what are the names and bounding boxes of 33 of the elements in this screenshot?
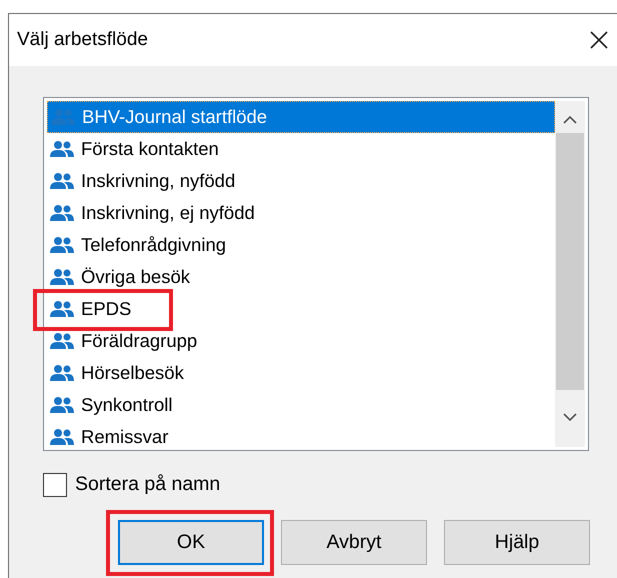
list-item[interactable]: Övriga besök xyxy=(47,261,555,293)
checkbox-label: Sortera på namn xyxy=(75,472,220,497)
people-icon xyxy=(49,332,75,350)
scrollbar-thumb[interactable] xyxy=(556,133,584,390)
list-item[interactable]: Inskrivning, nyfödd xyxy=(47,165,555,197)
scrollbar[interactable] xyxy=(555,101,585,447)
list-item[interactable]: Telefonrådgivning xyxy=(47,229,555,261)
scroll-up-icon[interactable] xyxy=(563,115,577,125)
dialog-button[interactable]: OK xyxy=(118,520,264,566)
people-icon xyxy=(49,236,75,254)
list-item[interactable]: Föräldragrupp xyxy=(47,325,555,357)
list-item[interactable]: Första kontakten xyxy=(47,133,555,165)
people-icon xyxy=(49,172,75,190)
people-icon xyxy=(49,364,75,382)
list-item[interactable]: Inskrivning, ej nyfödd xyxy=(47,197,555,229)
people-icon xyxy=(49,428,75,446)
list-item[interactable]: Remissvar xyxy=(47,421,555,453)
list-item[interactable]: EPDS xyxy=(47,293,555,325)
dialog-button[interactable]: Avbryt xyxy=(281,520,427,566)
people-icon xyxy=(50,108,76,126)
people-icon xyxy=(49,204,75,222)
list-item[interactable]: BHV-Journal startflöde xyxy=(47,101,555,133)
scroll-down-icon[interactable] xyxy=(563,412,577,422)
people-icon xyxy=(49,268,75,286)
sort-checkbox[interactable] xyxy=(43,472,67,497)
list-item[interactable]: Hörselbesök xyxy=(47,357,555,389)
close-icon[interactable] xyxy=(589,30,609,50)
people-icon xyxy=(49,396,75,414)
people-icon xyxy=(49,140,75,158)
list-item[interactable]: Synkontroll xyxy=(47,389,555,421)
people-icon xyxy=(49,300,75,318)
window-title: Välj arbetsflöde xyxy=(17,28,148,52)
dialog-button[interactable]: Hjälp xyxy=(444,520,590,566)
